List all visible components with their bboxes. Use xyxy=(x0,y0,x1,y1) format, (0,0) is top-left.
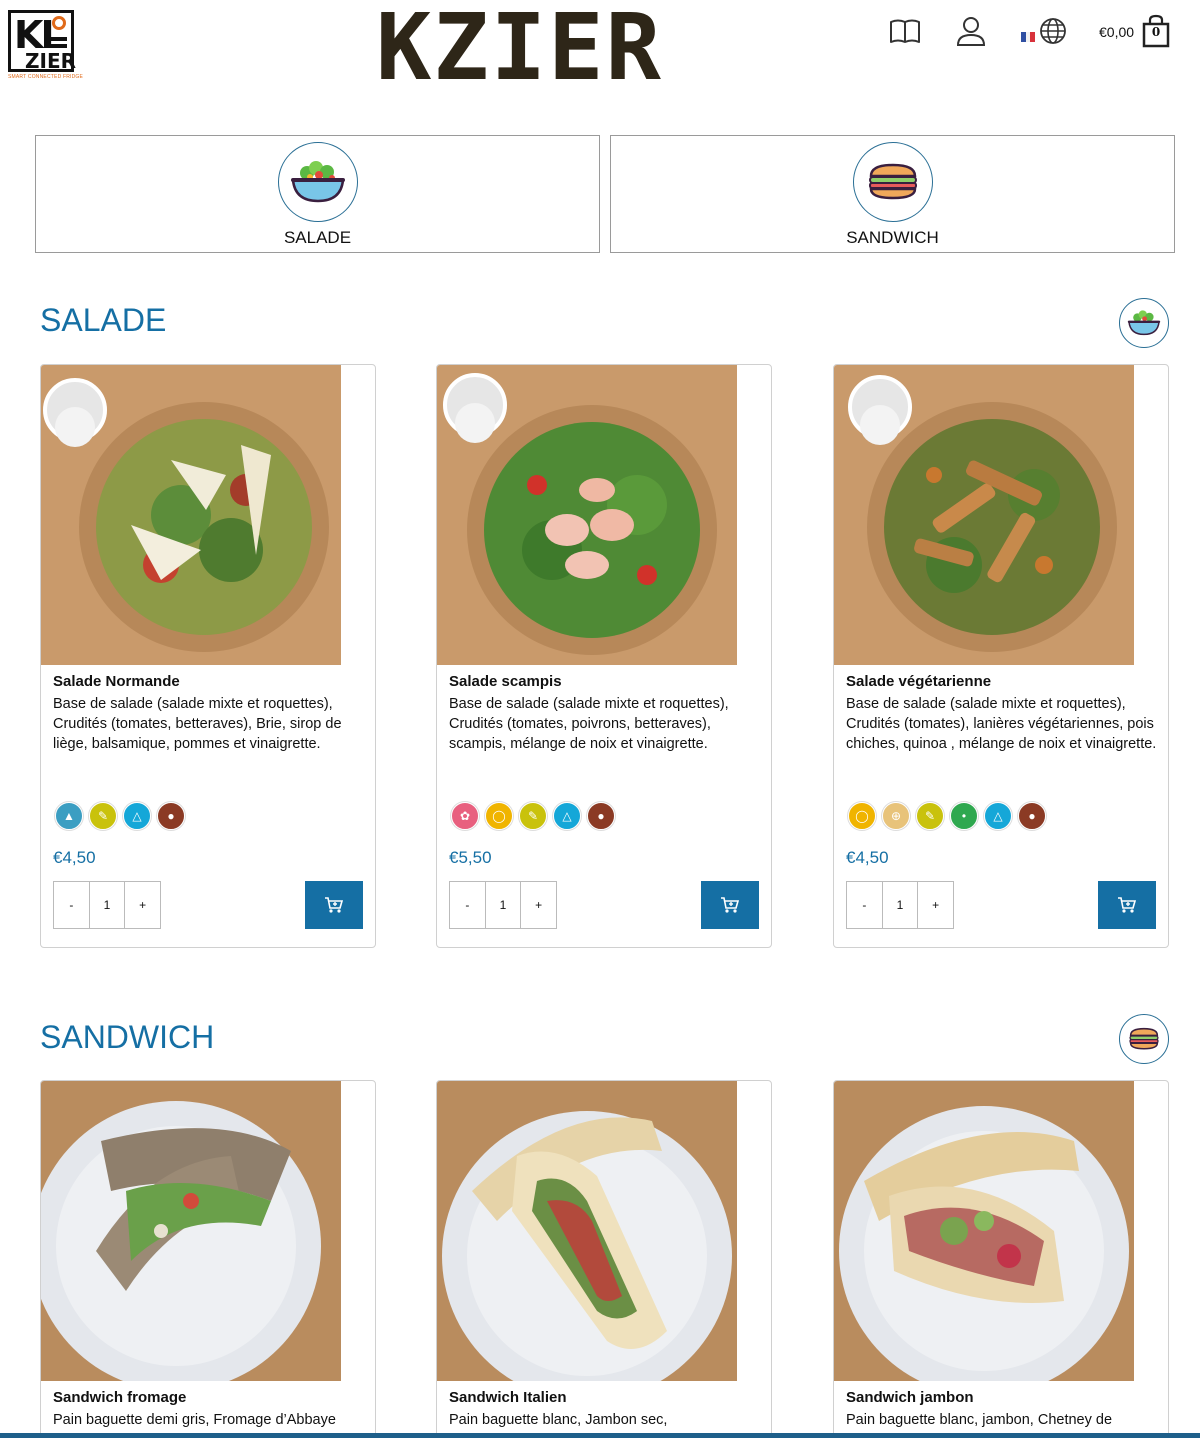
sulphite-icon: △ xyxy=(123,802,151,830)
product-image[interactable] xyxy=(834,1081,1134,1381)
increment-button[interactable]: + xyxy=(917,882,953,928)
quantity-stepper: - 1 + xyxy=(449,881,557,929)
product-image[interactable] xyxy=(437,365,737,665)
product-image[interactable] xyxy=(834,365,1134,665)
increment-button[interactable]: + xyxy=(520,882,556,928)
category-label: SALADE xyxy=(283,228,352,247)
gluten-icon: ⊕ xyxy=(882,802,910,830)
logo-zier: ZIER xyxy=(25,49,77,73)
cart-plus-icon xyxy=(1118,897,1137,913)
brand-title[interactable]: KZIER xyxy=(376,2,663,94)
product-card: Sandwich fromage Pain baguette demi gris… xyxy=(40,1080,376,1438)
add-to-cart-button[interactable] xyxy=(701,881,759,929)
quantity-stepper: - 1 + xyxy=(53,881,161,929)
category-tile-sandwich[interactable]: SANDWICH xyxy=(610,135,1175,253)
globe-icon[interactable] xyxy=(1038,16,1068,46)
crustacean-icon: ✿ xyxy=(451,802,479,830)
nuts-icon: ● xyxy=(157,802,185,830)
product-image[interactable] xyxy=(41,1081,341,1381)
mustard-icon: ✎ xyxy=(519,802,547,830)
product-price: €4,50 xyxy=(846,848,889,867)
logo-tagline: SMART CONNECTED FRIDGE xyxy=(8,74,84,80)
product-price: €4,50 xyxy=(53,848,96,867)
logo[interactable]: KI ZIER SMART CONNECTED FRIDGE xyxy=(8,10,84,82)
egg-icon: ◯ xyxy=(848,802,876,830)
increment-button[interactable]: + xyxy=(124,882,160,928)
nuts-icon: ● xyxy=(1018,802,1046,830)
allergen-list: ◯ ⊕ ✎ • △ ● xyxy=(848,802,1046,830)
milk-icon: ▲ xyxy=(55,802,83,830)
bottom-bar xyxy=(0,1433,1200,1438)
mustard-icon: ✎ xyxy=(89,802,117,830)
product-card: Salade scampis Base de salade (salade mi… xyxy=(436,364,772,948)
product-description: Base de salade (salade mixte et roquette… xyxy=(449,696,729,752)
sulphite-icon: △ xyxy=(984,802,1012,830)
product-name[interactable]: Sandwich jambon xyxy=(846,1389,974,1406)
product-name[interactable]: Salade végétarienne xyxy=(846,673,991,690)
quantity-input[interactable]: 1 xyxy=(88,882,125,928)
product-card: Sandwich jambon Pain baguette blanc, jam… xyxy=(833,1080,1169,1438)
section-title-salade: SALADE xyxy=(40,302,167,338)
product-name[interactable]: Salade Normande xyxy=(53,673,180,690)
product-description: Base de salade (salade mixte et roquette… xyxy=(846,696,1157,752)
salad-bowl-icon xyxy=(1119,298,1169,348)
decrement-button[interactable]: - xyxy=(847,882,882,928)
quantity-input[interactable]: 1 xyxy=(881,882,918,928)
allergen-list: ▲ ✎ △ ● xyxy=(55,802,185,830)
salad-bowl-icon xyxy=(277,142,358,222)
section-title-sandwich: SANDWICH xyxy=(40,1019,215,1055)
cart-total[interactable]: €0,00 xyxy=(1099,24,1134,40)
product-price: €5,50 xyxy=(449,848,492,867)
sandwich-icon xyxy=(852,142,933,222)
product-description: Pain baguette blanc, jambon, Chetney de xyxy=(846,1412,1113,1428)
add-to-cart-button[interactable] xyxy=(1098,881,1156,929)
product-description: Pain baguette demi gris, Fromage d’Abbay… xyxy=(53,1412,336,1428)
product-name[interactable]: Salade scampis xyxy=(449,673,562,690)
decrement-button[interactable]: - xyxy=(54,882,89,928)
product-card: Salade Normande Base de salade (salade m… xyxy=(40,364,376,948)
product-card: Salade végétarienne Base de salade (sala… xyxy=(833,364,1169,948)
mustard-icon: ✎ xyxy=(916,802,944,830)
cart-plus-icon xyxy=(325,897,344,913)
egg-icon: ◯ xyxy=(485,802,513,830)
nuts-icon: ● xyxy=(587,802,615,830)
category-label: SANDWICH xyxy=(846,228,939,247)
site-header: KI ZIER SMART CONNECTED FRIDGE KZIER €0,… xyxy=(0,0,1200,100)
menu-book-icon[interactable] xyxy=(888,14,922,48)
quantity-input[interactable]: 1 xyxy=(484,882,521,928)
category-tile-salade[interactable]: SALADE xyxy=(35,135,600,253)
soy-icon: • xyxy=(950,802,978,830)
product-description: Base de salade (salade mixte et roquette… xyxy=(53,696,342,752)
quantity-stepper: - 1 + xyxy=(846,881,954,929)
sulphite-icon: △ xyxy=(553,802,581,830)
product-name[interactable]: Sandwich Italien xyxy=(449,1389,567,1406)
product-image[interactable] xyxy=(437,1081,737,1381)
product-name[interactable]: Sandwich fromage xyxy=(53,1389,186,1406)
product-image[interactable] xyxy=(41,365,341,665)
add-to-cart-button[interactable] xyxy=(305,881,363,929)
sandwich-icon xyxy=(1119,1014,1169,1064)
allergen-list: ✿ ◯ ✎ △ ● xyxy=(451,802,615,830)
cart-plus-icon xyxy=(721,897,740,913)
account-icon[interactable] xyxy=(954,14,988,48)
decrement-button[interactable]: - xyxy=(450,882,485,928)
product-description: Pain baguette blanc, Jambon sec, xyxy=(449,1412,668,1428)
cart-count: 0 xyxy=(1151,25,1161,39)
product-card: Sandwich Italien Pain baguette blanc, Ja… xyxy=(436,1080,772,1438)
flag-fr-icon[interactable] xyxy=(1021,32,1036,42)
